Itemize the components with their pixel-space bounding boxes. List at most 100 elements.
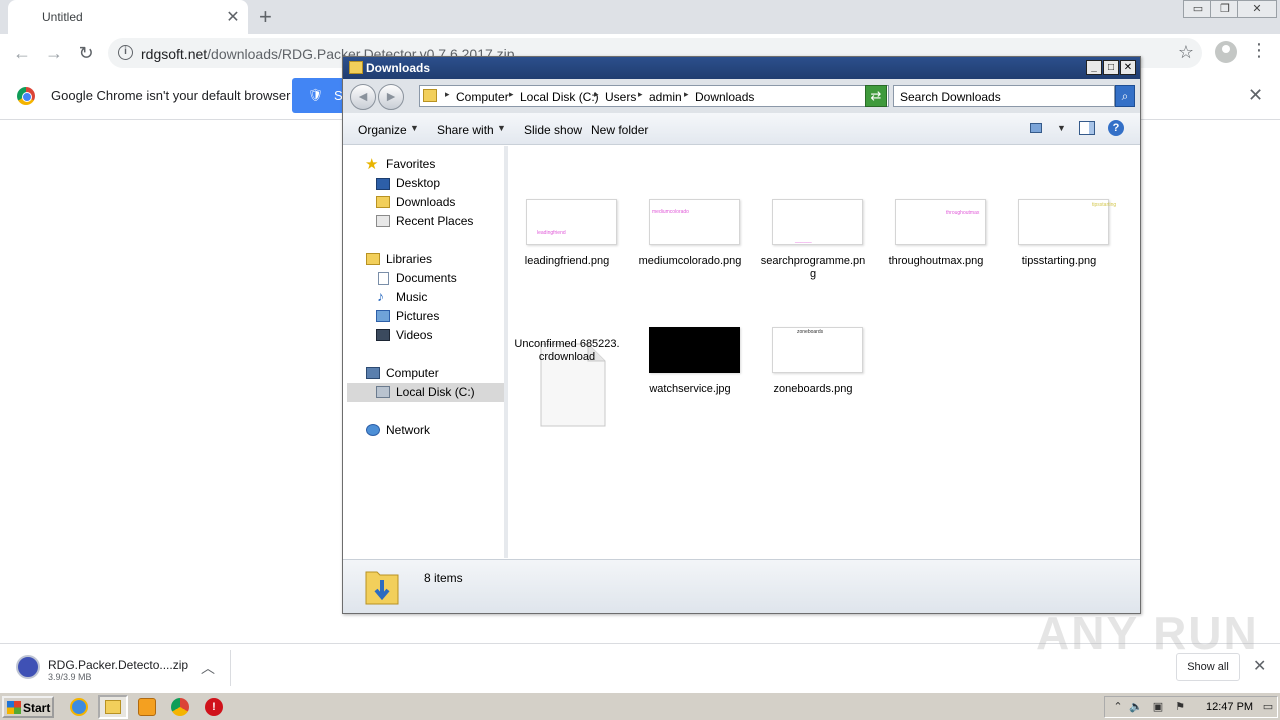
explorer-title: Downloads (366, 61, 431, 75)
media-player-icon[interactable] (138, 698, 156, 716)
search-icon[interactable]: ⌕ (1115, 85, 1135, 107)
pictures-icon (376, 310, 390, 322)
new-tab-button[interactable]: + (259, 4, 272, 30)
download-file-name[interactable]: RDG.Packer.Detecto....zip (48, 658, 188, 672)
file-name: searchprogramme.png (760, 255, 866, 280)
show-desktop-icon[interactable]: ▭ (1261, 700, 1275, 714)
crumb-separator: ▸ (638, 89, 643, 99)
command-bar: Organize ▼ Share with ▼ Slide show New f… (343, 113, 1140, 145)
search-input[interactable]: Search Downloads (893, 85, 1115, 107)
stop-icon[interactable]: ! (205, 698, 223, 716)
breadcrumb-local-disk[interactable]: Local Disk (C:) (520, 90, 599, 104)
chevron-up-icon[interactable]: ︿ (201, 658, 215, 678)
profile-avatar-icon[interactable] (1215, 41, 1237, 63)
computer-icon (366, 367, 380, 379)
reload-icon[interactable]: ↻ (72, 40, 100, 66)
nav-recent-places[interactable]: Recent Places (396, 214, 473, 228)
crumb-separator: ▸ (594, 89, 599, 99)
crumb-separator: ▸ (445, 89, 450, 99)
explorer-address-row: ◄ ► ▸ Computer ▸ Local Disk (C:) ▸ Users… (343, 79, 1140, 113)
network-tray-icon[interactable]: ▣ (1151, 700, 1165, 714)
music-icon: ♪ (377, 288, 384, 304)
clock[interactable]: 12:47 PM (1206, 701, 1253, 713)
downloads-folder-large-icon (365, 566, 399, 606)
file-name: tipsstarting.png (1021, 255, 1097, 267)
archive-file-icon (16, 655, 40, 679)
restore-button[interactable]: ❐ (1210, 0, 1240, 18)
explorer-back-icon[interactable]: ◄ (350, 84, 376, 110)
downloads-folder-icon (423, 89, 437, 102)
file-thumbnail: tipsstarting (1018, 199, 1116, 245)
file-list: leadingfriend leadingfriend.png mediumco… (508, 146, 1138, 558)
downloads-icon (376, 196, 390, 208)
taskbar-explorer-button[interactable] (98, 695, 128, 719)
ie-icon[interactable] (70, 698, 88, 716)
nav-libraries[interactable]: Libraries (386, 252, 432, 266)
tab-close-icon[interactable]: ✕ (224, 7, 242, 27)
crumb-separator: ▸ (684, 89, 689, 99)
tab-title: Untitled (42, 10, 83, 24)
status-bar: 8 items (343, 559, 1140, 613)
explorer-close-button[interactable]: ✕ (1120, 60, 1136, 75)
videos-icon (376, 329, 390, 341)
nav-music[interactable]: Music (396, 290, 427, 304)
system-tray: ⌃ 🔈 ▣ ⚑ 12:47 PM ▭ (1104, 696, 1278, 718)
file-thumbnail: leadingfriend (526, 199, 617, 245)
thumb-text: tipsstarting (1092, 202, 1117, 208)
thumb-text: zoneboards (797, 329, 824, 335)
new-folder-button[interactable]: New folder (591, 123, 648, 137)
nav-pictures[interactable]: Pictures (396, 309, 439, 323)
volume-icon[interactable]: 🔈 (1129, 700, 1143, 714)
start-label: Start (23, 701, 51, 715)
menu-dots-icon[interactable]: ⋮ (1250, 40, 1268, 61)
forward-arrow-icon[interactable]: → (40, 40, 68, 66)
nav-desktop[interactable]: Desktop (396, 176, 440, 190)
breadcrumb[interactable]: ▸ Computer ▸ Local Disk (C:) ▸ Users ▸ a… (419, 85, 889, 107)
nav-network[interactable]: Network (386, 423, 430, 437)
change-view-icon[interactable] (1030, 123, 1042, 133)
bookmark-star-icon[interactable]: ☆ (1178, 42, 1194, 63)
slide-show-button[interactable]: Slide show (524, 123, 582, 137)
refresh-icon[interactable]: ⇄ (865, 85, 887, 107)
nav-local-disk[interactable]: Local Disk (C:) (396, 385, 475, 399)
browser-tab[interactable]: Untitled ✕ (8, 0, 248, 34)
preview-pane-icon[interactable] (1079, 121, 1095, 135)
breadcrumb-users[interactable]: Users (605, 90, 636, 104)
site-info-icon[interactable]: i (118, 45, 133, 60)
share-with-button[interactable]: Share with (437, 123, 494, 137)
minimize-button[interactable]: ▭ (1183, 0, 1213, 18)
back-arrow-icon[interactable]: ← (8, 40, 36, 66)
breadcrumb-downloads[interactable]: Downloads (695, 90, 754, 104)
search-placeholder: Search Downloads (900, 90, 1001, 104)
view-dropdown-icon[interactable]: ▼ (1057, 123, 1066, 133)
explorer-maximize-button[interactable]: □ (1103, 60, 1119, 75)
help-icon[interactable]: ? (1108, 120, 1124, 136)
explorer-titlebar[interactable]: Downloads _ □ ✕ (343, 57, 1140, 79)
tray-expand-icon[interactable]: ⌃ (1111, 700, 1125, 714)
nav-favorites[interactable]: Favorites (386, 157, 435, 171)
explorer-folder-icon (105, 700, 121, 714)
nav-documents[interactable]: Documents (396, 271, 457, 285)
organize-dropdown-icon[interactable]: ▼ (410, 123, 419, 133)
explorer-minimize-button[interactable]: _ (1086, 60, 1102, 75)
nav-videos[interactable]: Videos (396, 328, 432, 342)
explorer-forward-icon[interactable]: ► (378, 84, 404, 110)
file-name: throughoutmax.png (888, 255, 984, 267)
close-window-button[interactable]: ✕ (1237, 0, 1277, 18)
anyrun-watermark: ANY RUN (1036, 607, 1259, 659)
breadcrumb-computer[interactable]: Computer (456, 90, 509, 104)
chrome-taskbar-icon[interactable] (171, 698, 189, 716)
navigation-pane: ★ Favorites Desktop Downloads Recent Pla… (343, 146, 505, 558)
action-center-flag-icon[interactable]: ⚑ (1173, 700, 1187, 714)
share-dropdown-icon[interactable]: ▼ (497, 123, 506, 133)
breadcrumb-admin[interactable]: admin (649, 90, 682, 104)
nav-downloads[interactable]: Downloads (396, 195, 455, 209)
file-thumbnail: zoneboards (772, 327, 863, 373)
file-name: mediumcolorado.png (638, 255, 742, 267)
file-thumbnail: ______ (772, 199, 863, 245)
libraries-icon (366, 253, 380, 265)
nav-computer[interactable]: Computer (386, 366, 439, 380)
infobar-close-icon[interactable]: ✕ (1248, 85, 1263, 106)
start-button[interactable]: Start (2, 696, 54, 718)
organize-button[interactable]: Organize (358, 123, 407, 137)
